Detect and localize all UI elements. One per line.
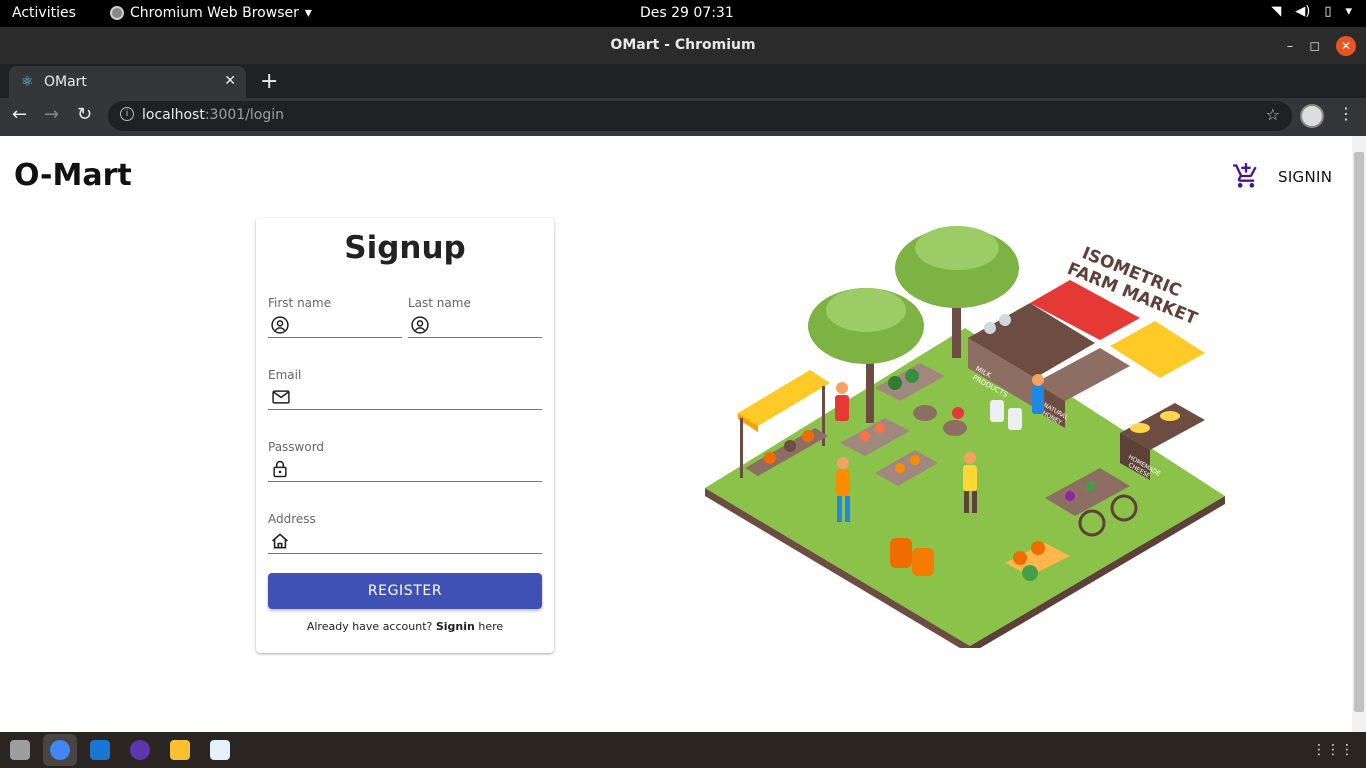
person-vendor-left xyxy=(835,382,849,421)
page-scrollbar[interactable] xyxy=(1352,136,1366,732)
last-name-label: Last name xyxy=(408,296,471,310)
password-field: Password xyxy=(268,440,542,486)
first-name-field: First name xyxy=(268,296,470,342)
chromium-icon[interactable] xyxy=(50,740,70,760)
app-icon[interactable] xyxy=(170,740,190,760)
mail-icon xyxy=(272,389,290,404)
tab-title: OMart xyxy=(44,74,87,90)
close-window-button[interactable]: ✕ xyxy=(1336,36,1356,56)
lock-icon xyxy=(273,460,287,477)
last-name-input[interactable] xyxy=(430,312,610,337)
browser-menu-icon[interactable]: ⋮ xyxy=(1338,104,1354,123)
page-viewport: O-Mart SIGNIN Signup First name Last nam… xyxy=(0,136,1352,732)
profile-avatar[interactable] xyxy=(1300,104,1324,128)
window-controls: – ◻ ✕ xyxy=(1287,36,1356,56)
browser-toolbar: ← → ↻ i localhost:3001/login ☆ ⋮ xyxy=(0,98,1366,136)
vscode-icon[interactable] xyxy=(90,740,110,760)
person-woman xyxy=(1032,374,1044,414)
signin-prompt: Already have account? Signin here xyxy=(256,620,554,633)
tab-omart[interactable]: ⚛ OMart ✕ xyxy=(9,66,246,98)
wifi-icon: ◥ xyxy=(1271,4,1282,19)
account-circle-icon xyxy=(271,315,289,334)
text-editor-icon[interactable] xyxy=(210,740,230,760)
info-icon[interactable]: i xyxy=(120,107,134,121)
app-menu-label: Chromium Web Browser xyxy=(130,5,299,21)
taskbar-dock: ⋮⋮⋮ xyxy=(0,732,1366,768)
app-menu[interactable]: Chromium Web Browser ▾ xyxy=(110,5,312,21)
reload-button[interactable]: ↻ xyxy=(77,104,92,125)
new-tab-button[interactable]: + xyxy=(260,69,278,94)
forward-button[interactable]: → xyxy=(44,104,59,125)
email-field: Email xyxy=(268,368,542,414)
clock[interactable]: Des 29 07:31 xyxy=(640,5,734,21)
here-text: here xyxy=(478,620,504,633)
brand-logo[interactable]: O-Mart xyxy=(14,158,132,193)
window-title: OMart - Chromium xyxy=(0,27,1366,64)
bookmark-star-icon[interactable]: ☆ xyxy=(1266,105,1280,124)
farm-market-illustration: MILK PRODUCTS NATURAL HONEY HOMEMADE CHE… xyxy=(705,226,1225,648)
show-apps-icon[interactable]: ⋮⋮⋮ xyxy=(1312,742,1354,758)
maximize-button[interactable]: ◻ xyxy=(1309,39,1320,54)
last-name-field: Last name xyxy=(408,296,610,342)
volume-icon: ◀) xyxy=(1295,4,1311,19)
home-icon xyxy=(271,532,289,548)
system-top-bar: Activities Chromium Web Browser ▾ Des 29… xyxy=(0,0,1366,27)
password-label: Password xyxy=(268,440,325,454)
first-name-label: First name xyxy=(268,296,332,310)
register-button[interactable]: REGISTER xyxy=(268,573,542,609)
chevron-down-icon: ▾ xyxy=(1345,4,1352,19)
signin-here-link[interactable]: Signin xyxy=(436,620,475,633)
address-bar[interactable]: i localhost:3001/login ☆ xyxy=(108,101,1292,131)
produce-sack xyxy=(912,548,934,576)
close-tab-icon[interactable]: ✕ xyxy=(224,73,236,89)
barrel xyxy=(913,405,937,421)
address-field: Address xyxy=(268,512,542,558)
url-text[interactable]: localhost:3001/login xyxy=(142,107,284,123)
produce-sack xyxy=(890,538,912,568)
email-input[interactable] xyxy=(292,384,542,409)
chevron-down-icon: ▾ xyxy=(304,5,312,21)
activities-button[interactable]: Activities xyxy=(12,5,76,21)
signup-title: Signup xyxy=(344,230,466,266)
email-label: Email xyxy=(268,368,302,382)
minimize-button[interactable]: – xyxy=(1287,39,1294,54)
signin-link[interactable]: SIGNIN xyxy=(1278,168,1332,186)
back-button[interactable]: ← xyxy=(12,104,27,125)
scrollbar-thumb[interactable] xyxy=(1354,152,1364,712)
add-shopping-cart-icon[interactable] xyxy=(1232,162,1260,194)
battery-icon: ▯ xyxy=(1324,4,1332,19)
signup-card: Signup First name Last name Email Passwo… xyxy=(256,218,610,653)
password-input[interactable] xyxy=(290,456,542,481)
address-label: Address xyxy=(268,512,316,526)
stall-awning-left xyxy=(738,370,830,426)
files-icon[interactable] xyxy=(10,740,30,760)
address-input[interactable] xyxy=(290,528,542,553)
barrel xyxy=(943,420,967,436)
chromium-icon xyxy=(110,6,124,20)
milk-can xyxy=(1008,408,1022,430)
react-icon: ⚛ xyxy=(21,74,34,90)
account-circle-icon xyxy=(411,315,429,334)
eclipse-icon[interactable] xyxy=(130,740,150,760)
stall-awning-cheese xyxy=(1110,321,1205,378)
milk-can xyxy=(990,400,1004,422)
tab-strip: ⚛ OMart ✕ + xyxy=(0,64,1366,98)
already-text: Already have account? xyxy=(306,620,433,633)
system-tray[interactable]: ◥ ◀) ▯ ▾ xyxy=(1271,4,1352,19)
